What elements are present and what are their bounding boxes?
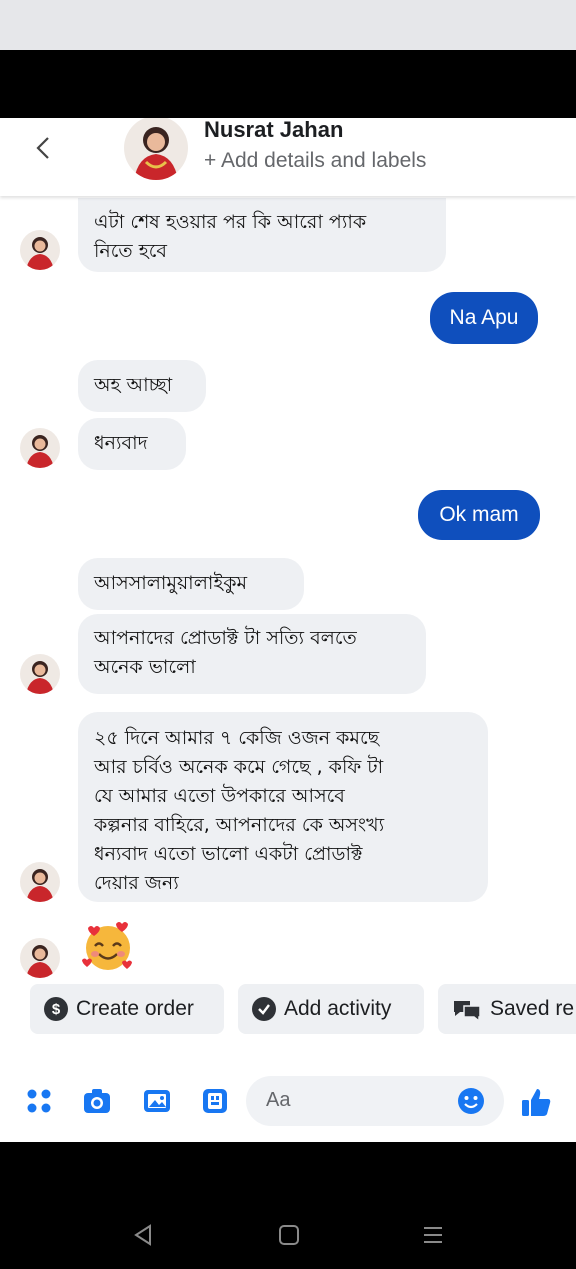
incoming-message[interactable]: অহ আচ্ছা — [78, 360, 206, 412]
emoji-icon[interactable] — [456, 1086, 486, 1116]
outgoing-message[interactable]: Na Apu — [430, 292, 538, 344]
message-line: ধন্যবাদ এতো ভালো একটা প্রোডাক্ট — [94, 843, 363, 865]
chevron-left-icon — [36, 137, 49, 159]
sticker-icon[interactable] — [200, 1086, 230, 1116]
message-line: এটা শেষ হওয়ার পর কি আরো প্যাক — [94, 211, 367, 233]
nav-recents-icon[interactable] — [418, 1220, 448, 1250]
incoming-message[interactable]: ধন্যবাদ — [78, 418, 186, 470]
nav-home-icon[interactable] — [274, 1220, 304, 1250]
message-line: যে আমার এতো উপকারে আসবে — [94, 785, 345, 807]
message-line: নিতে হবে — [94, 240, 167, 262]
chat-bubbles-icon — [452, 998, 482, 1020]
status-bar — [0, 50, 576, 118]
conversation-header: Nusrat Jahan + Add details and labels — [0, 118, 576, 196]
add-activity-button[interactable]: Add activity — [238, 984, 424, 1034]
saved-replies-button[interactable]: Saved re — [438, 984, 576, 1034]
create-order-button[interactable]: $ Create order — [30, 984, 224, 1034]
messenger-screen: Nusrat Jahan + Add details and labels এট… — [0, 118, 576, 1142]
contact-avatar[interactable] — [124, 118, 188, 180]
incoming-message[interactable]: আপনাদের প্রোডাক্ট টা সত্যি বলতে অনেক ভাল… — [78, 614, 426, 694]
incoming-message[interactable]: আসসালামুয়ালাইকুম — [78, 558, 304, 610]
avatar[interactable] — [20, 230, 60, 270]
message-input-placeholder: Aa — [266, 1089, 291, 1111]
avatar[interactable] — [20, 428, 60, 468]
incoming-message[interactable]: ২৫ দিনে আমার ৭ কেজি ওজন কমছে আর চর্বিও অ… — [78, 712, 488, 902]
nav-back-icon[interactable] — [128, 1220, 158, 1250]
message-line: আপনাদের প্রোডাক্ট টা সত্যি বলতে — [94, 627, 357, 649]
contact-name[interactable]: Nusrat Jahan — [204, 118, 343, 143]
message-line: কল্পনার বাহিরে, আপনাদের কে অসংখ্য — [94, 814, 385, 836]
message-line: ২৫ দিনে আমার ৭ কেজি ওজন কমছে — [94, 727, 380, 749]
avatar[interactable] — [20, 938, 60, 978]
outgoing-message[interactable]: Ok mam — [418, 490, 540, 540]
camera-icon[interactable] — [82, 1086, 112, 1116]
menu-dots-icon[interactable] — [24, 1086, 54, 1116]
message-composer: Aa — [0, 1068, 576, 1134]
status-area-top — [0, 0, 576, 50]
incoming-message[interactable]: এটা শেষ হওয়ার পর কি আরো প্যাক নিতে হবে — [78, 198, 446, 272]
thumbs-up-icon[interactable] — [520, 1086, 551, 1116]
create-order-label: Create order — [76, 997, 194, 1020]
check-icon — [252, 997, 276, 1021]
saved-replies-label: Saved re — [490, 997, 575, 1020]
avatar[interactable] — [20, 654, 60, 694]
image-icon[interactable] — [142, 1086, 172, 1116]
dollar-icon: $ — [44, 997, 68, 1021]
avatar[interactable] — [20, 862, 60, 902]
back-button[interactable] — [28, 130, 58, 166]
smiling-face-with-hearts-icon[interactable] — [80, 918, 136, 978]
add-activity-label: Add activity — [284, 997, 392, 1020]
message-line: আর চর্বিও অনেক কমে গেছে , কফি টা — [94, 756, 384, 778]
add-details-link[interactable]: + Add details and labels — [204, 149, 426, 173]
system-nav-bar — [0, 1142, 576, 1269]
message-line: অনেক ভালো — [94, 656, 196, 678]
message-line: দেয়ার জন্য — [94, 872, 179, 894]
